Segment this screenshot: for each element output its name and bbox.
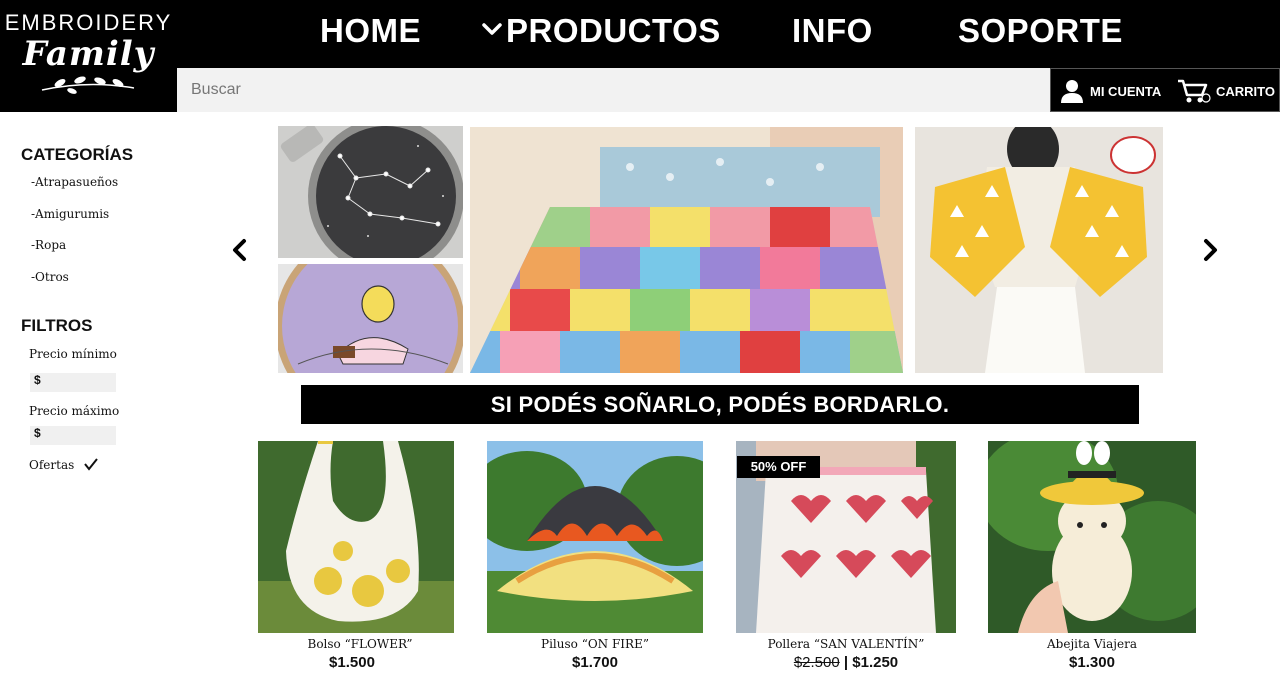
nav-info[interactable]: INFO — [792, 12, 873, 50]
category-amigurumis[interactable]: -Amigurumis — [31, 207, 109, 221]
leaf-branch-icon — [41, 76, 135, 94]
product-price-pollera: $2.500 | $1.250 — [793, 654, 899, 671]
product-old-price: $2.500 — [793, 654, 840, 671]
user-icon — [1061, 80, 1083, 103]
carousel-image-patchwork-blanket[interactable] — [470, 127, 903, 373]
account-bar: MI CUENTA CARRITO — [1050, 68, 1280, 112]
min-price-input[interactable]: $ — [30, 373, 116, 392]
category-ropa[interactable]: -Ropa — [31, 238, 66, 252]
cart-icon — [1178, 79, 1211, 103]
product-name-bolso[interactable]: Bolso “FLOWER” — [258, 637, 462, 651]
product-image-abejita[interactable] — [988, 441, 1196, 633]
filters-title: FILTROS — [21, 316, 93, 335]
chevron-down-icon — [482, 23, 502, 35]
product-new-price: $1.250 — [852, 654, 899, 671]
product-name-pollera[interactable]: Pollera “SAN VALENTÍN” — [736, 637, 956, 651]
offers-checkbox[interactable] — [83, 456, 99, 472]
search-input[interactable] — [177, 68, 1050, 112]
carousel-next-arrow-icon[interactable] — [1199, 237, 1221, 263]
product-name-abejita[interactable]: Abejita Viajera — [988, 637, 1196, 651]
carousel-prev-arrow-icon[interactable] — [229, 237, 251, 263]
product-name-piluso[interactable]: Piluso “ON FIRE” — [487, 637, 703, 651]
nav-soporte[interactable]: SOPORTE — [958, 12, 1123, 50]
currency-symbol: $ — [34, 373, 41, 387]
nav-productos-label: PRODUCTOS — [506, 12, 721, 49]
carousel-image-cartoon-hoop[interactable] — [278, 264, 463, 373]
nav-productos[interactable]: PRODUCTOS — [482, 12, 721, 50]
cart-button[interactable]: CARRITO — [1177, 69, 1275, 113]
carousel-image-yellow-cardigan[interactable] — [915, 127, 1163, 373]
currency-symbol: $ — [34, 426, 41, 440]
cart-label: CARRITO — [1216, 83, 1275, 99]
product-image-piluso[interactable] — [487, 441, 703, 633]
category-otros[interactable]: -Otros — [31, 270, 69, 284]
categories-title: CATEGORÍAS — [21, 145, 134, 164]
my-account-button[interactable]: MI CUENTA — [1059, 69, 1161, 113]
nav-home[interactable]: HOME — [320, 12, 421, 50]
brand-line1: EMBROIDERY — [4, 10, 173, 35]
slogan-banner: SI PODÉS SOÑARLO, PODÉS BORDARLO. — [301, 385, 1139, 424]
top-nav: HOME PRODUCTOS INFO SOPORTE — [177, 0, 1280, 68]
brand-line2: Family — [22, 34, 155, 74]
my-account-label: MI CUENTA — [1090, 83, 1162, 99]
discount-badge: 50% OFF — [737, 456, 820, 478]
brand-logo[interactable]: EMBROIDERY Family — [0, 0, 177, 112]
product-price-abejita: $1.300 — [1069, 654, 1115, 671]
product-price-piluso: $1.700 — [572, 654, 618, 671]
max-price-label: Precio máximo — [29, 404, 120, 418]
category-atrapasuenos[interactable]: -Atrapasueños — [31, 175, 118, 189]
offers-label: Ofertas — [29, 458, 75, 472]
product-image-bolso[interactable] — [258, 441, 454, 633]
product-price-bolso: $1.500 — [329, 654, 375, 671]
min-price-label: Precio mínimo — [29, 347, 117, 361]
carousel-image-constellation-hoop[interactable] — [278, 126, 463, 258]
max-price-input[interactable]: $ — [30, 426, 116, 445]
